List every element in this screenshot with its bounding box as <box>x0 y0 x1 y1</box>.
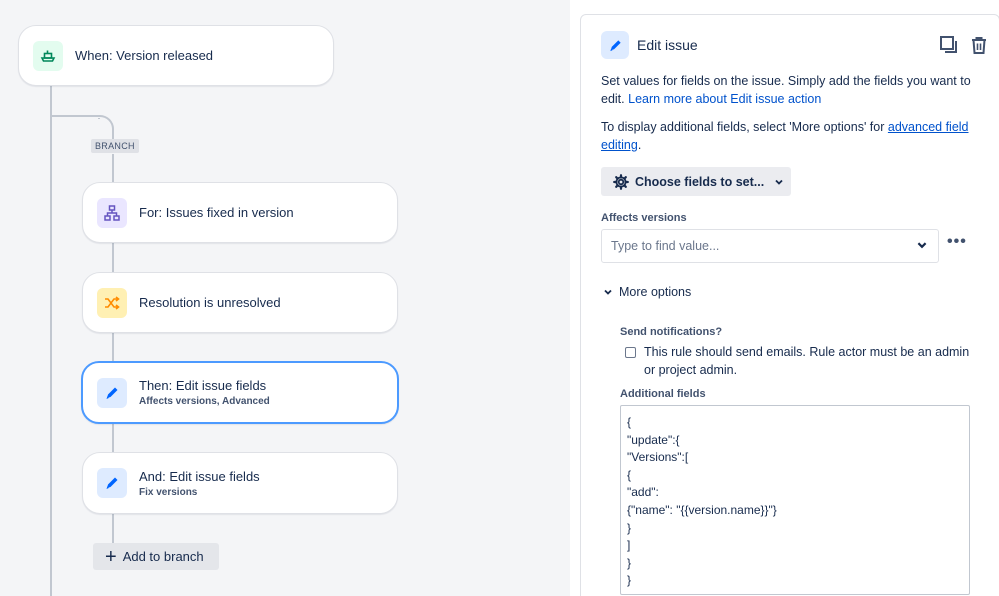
trigger-card[interactable]: When: Version released <box>18 25 334 86</box>
pencil-icon <box>97 377 127 408</box>
rule-canvas: When: Version released BRANCH For: Issue… <box>0 0 570 596</box>
hierarchy-icon <box>97 197 127 228</box>
action-card-selected[interactable]: Then: Edit issue fields Affects versions… <box>81 361 399 424</box>
panel-title: Edit issue <box>637 37 698 53</box>
affects-versions-label: Affects versions <box>601 212 687 224</box>
pencil-icon <box>97 468 127 498</box>
branch-card[interactable]: For: Issues fixed in version <box>82 182 398 243</box>
step-subtitle: Fix versions <box>139 486 198 498</box>
send-notifications-checkbox[interactable] <box>625 347 636 358</box>
connector-line <box>50 86 52 596</box>
send-notifications-text: This rule should send emails. Rule actor… <box>644 345 970 377</box>
step-title: Then: Edit issue fields <box>139 378 267 393</box>
action-card[interactable]: And: Edit issue fields Fix versions <box>82 452 398 514</box>
step-title: Resolution is unresolved <box>139 295 281 310</box>
chevron-down-icon <box>916 239 928 254</box>
copy-icon[interactable] <box>939 35 959 60</box>
branch-tag: BRANCH <box>91 139 139 153</box>
send-notifications-label: Send notifications? <box>620 326 723 338</box>
gear-icon <box>613 173 629 190</box>
more-options-label: More options <box>619 285 692 299</box>
trash-icon[interactable] <box>969 35 989 60</box>
chevron-down-icon <box>774 177 784 187</box>
step-title: For: Issues fixed in version <box>139 205 294 220</box>
choose-fields-button[interactable]: Choose fields to set... <box>601 167 791 196</box>
advanced-description-text: To display additional fields, select 'Mo… <box>601 120 885 134</box>
step-title: And: Edit issue fields <box>139 468 260 484</box>
add-to-branch-button[interactable]: + Add to branch <box>93 543 219 570</box>
condition-card[interactable]: Resolution is unresolved <box>82 272 398 333</box>
edit-issue-panel: Edit issue Set values for fields on the … <box>580 14 999 596</box>
shuffle-icon <box>97 287 127 318</box>
period: . <box>637 138 642 152</box>
chevron-down-icon <box>603 287 613 297</box>
trigger-title: When: Version released <box>75 48 214 63</box>
additional-fields-label: Additional fields <box>620 388 706 400</box>
more-actions-icon[interactable]: ••• <box>947 233 967 251</box>
affects-versions-select[interactable]: Type to find value... <box>601 229 939 263</box>
advanced-description: To display additional fields, select 'Mo… <box>601 118 973 154</box>
more-options-toggle[interactable]: More options <box>603 285 691 299</box>
branch-connector <box>52 115 114 139</box>
step-subtitle: Affects versions, Advanced <box>139 396 270 407</box>
add-to-branch-label: Add to branch <box>122 549 204 564</box>
pencil-icon <box>601 31 629 59</box>
learn-more-link[interactable]: Learn more about Edit issue action <box>628 92 821 106</box>
additional-fields-textarea[interactable]: { "update":{ "Versions":[ { "add": {"nam… <box>620 405 970 595</box>
ship-icon <box>33 40 63 71</box>
description: Set values for fields on the issue. Simp… <box>601 72 973 108</box>
affects-versions-placeholder: Type to find value... <box>611 239 720 253</box>
choose-fields-label: Choose fields to set... <box>635 174 765 189</box>
plus-icon: + <box>105 545 117 568</box>
